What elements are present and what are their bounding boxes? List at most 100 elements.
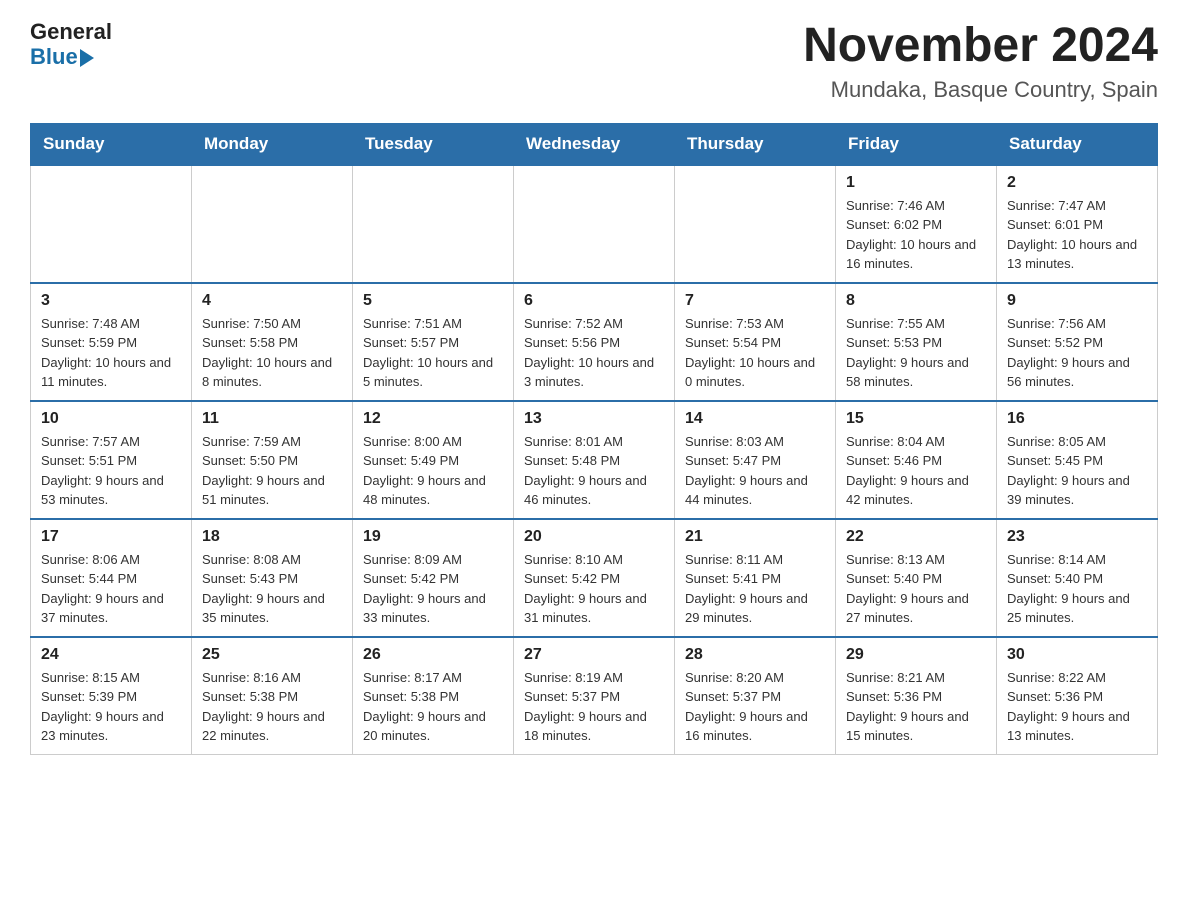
day-info: Sunrise: 8:15 AMSunset: 5:39 PMDaylight:… (41, 668, 181, 746)
page-header: General Blue November 2024 Mundaka, Basq… (30, 20, 1158, 103)
calendar-cell: 20 Sunrise: 8:10 AMSunset: 5:42 PMDayligh… (514, 519, 675, 637)
day-info: Sunrise: 7:53 AMSunset: 5:54 PMDaylight:… (685, 314, 825, 392)
day-number: 6 (524, 292, 664, 310)
calendar-cell (675, 165, 836, 283)
calendar-header-saturday: Saturday (997, 123, 1158, 165)
day-info: Sunrise: 8:11 AMSunset: 5:41 PMDaylight:… (685, 550, 825, 628)
day-info: Sunrise: 8:06 AMSunset: 5:44 PMDaylight:… (41, 550, 181, 628)
day-number: 4 (202, 292, 342, 310)
calendar-cell: 30 Sunrise: 8:22 AMSunset: 5:36 PMDayligh… (997, 637, 1158, 755)
calendar-cell: 23 Sunrise: 8:14 AMSunset: 5:40 PMDayligh… (997, 519, 1158, 637)
calendar-cell: 25 Sunrise: 8:16 AMSunset: 5:38 PMDayligh… (192, 637, 353, 755)
day-info: Sunrise: 8:13 AMSunset: 5:40 PMDaylight:… (846, 550, 986, 628)
day-info: Sunrise: 7:51 AMSunset: 5:57 PMDaylight:… (363, 314, 503, 392)
day-info: Sunrise: 7:47 AMSunset: 6:01 PMDaylight:… (1007, 196, 1147, 274)
day-info: Sunrise: 7:46 AMSunset: 6:02 PMDaylight:… (846, 196, 986, 274)
day-info: Sunrise: 8:01 AMSunset: 5:48 PMDaylight:… (524, 432, 664, 510)
calendar-cell (31, 165, 192, 283)
day-info: Sunrise: 7:55 AMSunset: 5:53 PMDaylight:… (846, 314, 986, 392)
day-number: 1 (846, 174, 986, 192)
day-number: 28 (685, 646, 825, 664)
day-number: 21 (685, 528, 825, 546)
calendar-header-wednesday: Wednesday (514, 123, 675, 165)
calendar-header-monday: Monday (192, 123, 353, 165)
calendar-header-sunday: Sunday (31, 123, 192, 165)
calendar-cell: 11Sunrise: 7:59 AMSunset: 5:50 PMDayligh… (192, 401, 353, 519)
day-info: Sunrise: 7:56 AMSunset: 5:52 PMDaylight:… (1007, 314, 1147, 392)
calendar-cell: 2 Sunrise: 7:47 AMSunset: 6:01 PMDaylight… (997, 165, 1158, 283)
day-info: Sunrise: 8:04 AMSunset: 5:46 PMDaylight:… (846, 432, 986, 510)
calendar-cell: 21 Sunrise: 8:11 AMSunset: 5:41 PMDayligh… (675, 519, 836, 637)
day-info: Sunrise: 8:10 AMSunset: 5:42 PMDaylight:… (524, 550, 664, 628)
calendar-cell (514, 165, 675, 283)
calendar-week-3: 10 Sunrise: 7:57 AMSunset: 5:51 PMDayligh… (31, 401, 1158, 519)
day-number: 25 (202, 646, 342, 664)
calendar-cell: 13 Sunrise: 8:01 AMSunset: 5:48 PMDayligh… (514, 401, 675, 519)
calendar-header-tuesday: Tuesday (353, 123, 514, 165)
day-info: Sunrise: 8:08 AMSunset: 5:43 PMDaylight:… (202, 550, 342, 628)
calendar-header-row: SundayMondayTuesdayWednesdayThursdayFrid… (31, 123, 1158, 165)
day-number: 23 (1007, 528, 1147, 546)
logo-general-text: General (30, 20, 112, 44)
calendar-week-4: 17 Sunrise: 8:06 AMSunset: 5:44 PMDayligh… (31, 519, 1158, 637)
day-info: Sunrise: 8:00 AMSunset: 5:49 PMDaylight:… (363, 432, 503, 510)
day-number: 19 (363, 528, 503, 546)
day-number: 22 (846, 528, 986, 546)
day-info: Sunrise: 8:03 AMSunset: 5:47 PMDaylight:… (685, 432, 825, 510)
calendar-cell: 7 Sunrise: 7:53 AMSunset: 5:54 PMDaylight… (675, 283, 836, 401)
day-info: Sunrise: 7:50 AMSunset: 5:58 PMDaylight:… (202, 314, 342, 392)
day-info: Sunrise: 7:57 AMSunset: 5:51 PMDaylight:… (41, 432, 181, 510)
day-number: 8 (846, 292, 986, 310)
calendar-cell: 22 Sunrise: 8:13 AMSunset: 5:40 PMDayligh… (836, 519, 997, 637)
calendar-cell: 10 Sunrise: 7:57 AMSunset: 5:51 PMDayligh… (31, 401, 192, 519)
day-number: 9 (1007, 292, 1147, 310)
day-number: 30 (1007, 646, 1147, 664)
calendar-cell: 6 Sunrise: 7:52 AMSunset: 5:56 PMDaylight… (514, 283, 675, 401)
calendar-cell: 12 Sunrise: 8:00 AMSunset: 5:49 PMDayligh… (353, 401, 514, 519)
day-info: Sunrise: 8:21 AMSunset: 5:36 PMDaylight:… (846, 668, 986, 746)
main-title: November 2024 (803, 20, 1158, 73)
calendar-cell: 17 Sunrise: 8:06 AMSunset: 5:44 PMDayligh… (31, 519, 192, 637)
calendar-cell: 9 Sunrise: 7:56 AMSunset: 5:52 PMDaylight… (997, 283, 1158, 401)
calendar-cell: 28 Sunrise: 8:20 AMSunset: 5:37 PMDayligh… (675, 637, 836, 755)
calendar-header-friday: Friday (836, 123, 997, 165)
calendar-cell: 4 Sunrise: 7:50 AMSunset: 5:58 PMDaylight… (192, 283, 353, 401)
calendar-week-5: 24 Sunrise: 8:15 AMSunset: 5:39 PMDayligh… (31, 637, 1158, 755)
day-number: 3 (41, 292, 181, 310)
logo: General Blue (30, 20, 112, 70)
calendar-cell: 19Sunrise: 8:09 AMSunset: 5:42 PMDayligh… (353, 519, 514, 637)
day-number: 10 (41, 410, 181, 428)
calendar-cell: 16Sunrise: 8:05 AMSunset: 5:45 PMDayligh… (997, 401, 1158, 519)
day-info: Sunrise: 7:48 AMSunset: 5:59 PMDaylight:… (41, 314, 181, 392)
day-number: 13 (524, 410, 664, 428)
calendar-cell: 26 Sunrise: 8:17 AMSunset: 5:38 PMDayligh… (353, 637, 514, 755)
calendar-header-thursday: Thursday (675, 123, 836, 165)
day-number: 17 (41, 528, 181, 546)
day-info: Sunrise: 8:14 AMSunset: 5:40 PMDaylight:… (1007, 550, 1147, 628)
calendar-cell: 15Sunrise: 8:04 AMSunset: 5:46 PMDayligh… (836, 401, 997, 519)
day-info: Sunrise: 7:52 AMSunset: 5:56 PMDaylight:… (524, 314, 664, 392)
subtitle: Mundaka, Basque Country, Spain (803, 77, 1158, 103)
calendar-cell: 14 Sunrise: 8:03 AMSunset: 5:47 PMDayligh… (675, 401, 836, 519)
day-number: 26 (363, 646, 503, 664)
calendar-week-1: 1 Sunrise: 7:46 AMSunset: 6:02 PMDaylight… (31, 165, 1158, 283)
day-info: Sunrise: 8:05 AMSunset: 5:45 PMDaylight:… (1007, 432, 1147, 510)
day-number: 2 (1007, 174, 1147, 192)
day-number: 12 (363, 410, 503, 428)
day-number: 27 (524, 646, 664, 664)
calendar-cell (192, 165, 353, 283)
day-number: 24 (41, 646, 181, 664)
title-block: November 2024 Mundaka, Basque Country, S… (803, 20, 1158, 103)
logo-blue-text: Blue (30, 44, 94, 70)
day-info: Sunrise: 8:17 AMSunset: 5:38 PMDaylight:… (363, 668, 503, 746)
day-number: 14 (685, 410, 825, 428)
calendar-cell: 29Sunrise: 8:21 AMSunset: 5:36 PMDayligh… (836, 637, 997, 755)
logo-triangle-icon (80, 49, 94, 67)
day-info: Sunrise: 7:59 AMSunset: 5:50 PMDaylight:… (202, 432, 342, 510)
day-number: 20 (524, 528, 664, 546)
day-info: Sunrise: 8:16 AMSunset: 5:38 PMDaylight:… (202, 668, 342, 746)
day-info: Sunrise: 8:22 AMSunset: 5:36 PMDaylight:… (1007, 668, 1147, 746)
calendar-week-2: 3 Sunrise: 7:48 AMSunset: 5:59 PMDaylight… (31, 283, 1158, 401)
day-number: 7 (685, 292, 825, 310)
day-info: Sunrise: 8:20 AMSunset: 5:37 PMDaylight:… (685, 668, 825, 746)
